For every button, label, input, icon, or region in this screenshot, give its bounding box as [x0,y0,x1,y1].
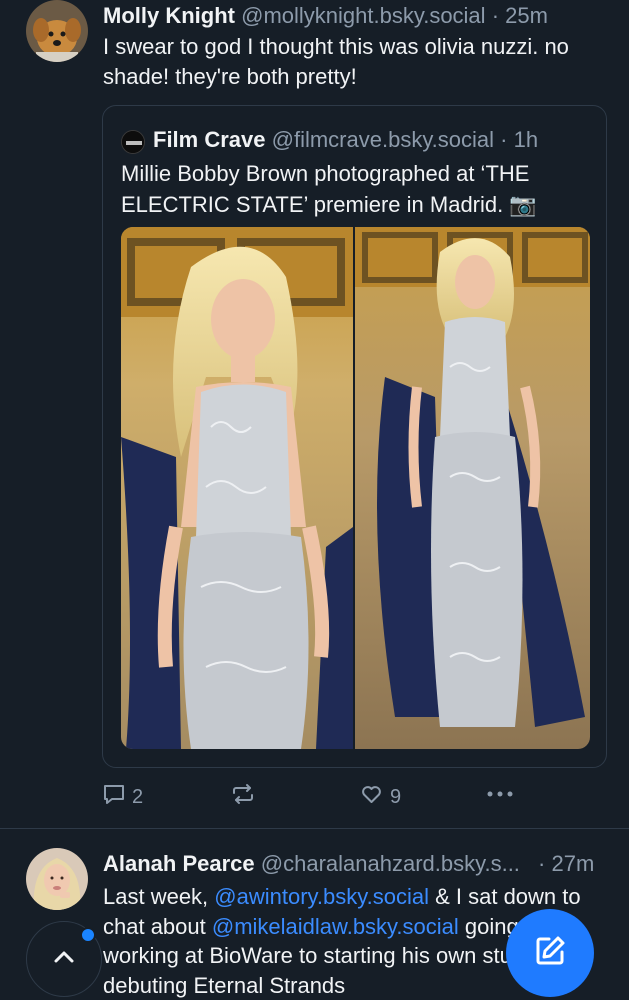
more-icon [486,782,514,812]
chevron-up-icon [50,943,78,976]
like-count: 9 [390,785,402,808]
post-text: I swear to god I thought this was olivia… [103,34,569,89]
reply-count: 2 [132,785,144,808]
author-handle[interactable]: @mollyknight.bsky.social [241,3,485,28]
post-time[interactable]: · 27m [538,851,594,876]
author-name[interactable]: Alanah Pearce [103,851,255,876]
quote-author-name: Film Crave [153,127,266,152]
quote-header: Film Crave @filmcrave.bsky.social · 1h [153,126,538,154]
reply-icon [102,782,126,812]
post-image[interactable] [121,227,353,749]
like-icon [359,782,384,812]
quote-author-handle: @filmcrave.bsky.social [271,127,495,152]
compose-button[interactable] [506,909,594,997]
post-actions: 2 9 [102,782,629,812]
more-button[interactable] [486,782,514,812]
reply-button[interactable]: 2 [102,782,143,812]
mention-link[interactable]: @mikelaidlaw.bsky.social [212,914,459,939]
repost-button[interactable] [230,782,256,812]
author-handle[interactable]: @charalanahzard.bsky.s... [261,851,520,876]
quote-post[interactable]: Film Crave @filmcrave.bsky.social · 1h M… [102,105,607,768]
new-posts-indicator [80,927,96,943]
quote-time: · 1h [500,127,539,152]
author-name[interactable]: Molly Knight [103,3,235,28]
mention-link[interactable]: @awintory.bsky.social [214,884,429,909]
quote-avatar [121,130,145,154]
post-header: Molly Knight @mollyknight.bsky.social · … [103,2,548,30]
post-time[interactable]: · 25m [492,3,548,28]
like-button[interactable]: 9 [359,782,401,812]
divider [0,828,629,829]
avatar[interactable] [26,848,88,910]
text-segment: Last week, [103,884,215,909]
repost-icon [230,782,256,812]
compose-icon [532,933,568,974]
post-header: Alanah Pearce @charalanahzard.bsky.s... … [103,850,594,878]
post-image[interactable] [355,227,590,749]
avatar[interactable] [26,0,88,62]
quote-text: Millie Bobby Brown photographed at ‘THE … [121,161,537,217]
